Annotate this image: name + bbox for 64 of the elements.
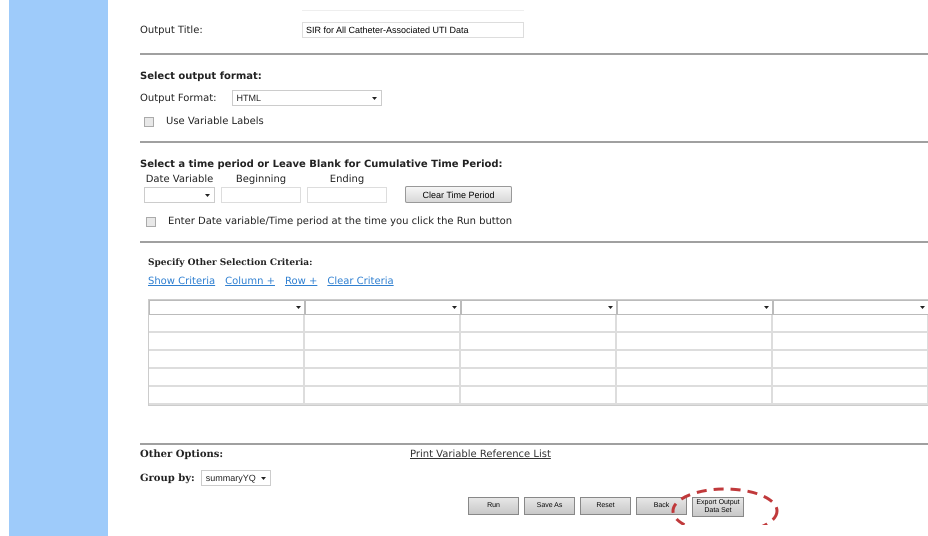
- grid-cell[interactable]: [461, 387, 617, 405]
- grid-cell[interactable]: [305, 369, 461, 387]
- grid-cell[interactable]: [461, 351, 617, 369]
- section-heading: Other Options:: [140, 449, 224, 460]
- column-dropdown[interactable]: [773, 300, 928, 315]
- section-heading: Select output format:: [140, 71, 263, 82]
- grid-cell[interactable]: [149, 315, 305, 333]
- grid-cell[interactable]: [617, 369, 773, 387]
- grid-cell[interactable]: [461, 369, 617, 387]
- title-field[interactable]: SIR for All Catheter-Associated UTI Data: [302, 22, 524, 38]
- caret-icon: [764, 306, 769, 309]
- format-dropdown[interactable]: HTML: [232, 90, 382, 106]
- print-reference-link[interactable]: Print Variable Reference List: [410, 449, 551, 460]
- checkbox-label: Use Variable Labels: [166, 116, 264, 127]
- grid-cell[interactable]: [149, 333, 305, 351]
- column-dropdown[interactable]: [149, 300, 305, 315]
- grid-cell[interactable]: [773, 369, 928, 387]
- caret-icon: [452, 306, 457, 309]
- caret-icon: [372, 96, 377, 100]
- grid-cell[interactable]: [305, 315, 461, 333]
- column-label: Date Variable: [146, 174, 214, 185]
- field-label: Output Title:: [140, 24, 204, 36]
- grid-cell[interactable]: [149, 369, 305, 387]
- column-dropdown[interactable]: [305, 300, 461, 315]
- checkbox[interactable]: [146, 216, 156, 226]
- grid-cell[interactable]: [617, 387, 773, 405]
- grid-cell[interactable]: [149, 351, 305, 369]
- section-heading: Specify Other Selection Criteria:: [148, 258, 314, 268]
- grid-cell[interactable]: [461, 315, 617, 333]
- section-heading: Select a time period or Leave Blank for Cumulative Time Period:: [140, 159, 504, 170]
- clear-time-period-button[interactable]: Clear Time Period: [405, 186, 512, 203]
- caret-icon: [920, 306, 925, 309]
- grid-cell[interactable]: [149, 387, 305, 405]
- criteria-link[interactable]: Show Criteria: [148, 276, 216, 287]
- criteria-link[interactable]: Clear Criteria: [327, 276, 394, 287]
- column-dropdown[interactable]: [461, 300, 617, 315]
- caret-icon: [205, 194, 210, 196]
- column-dropdown[interactable]: [617, 300, 773, 315]
- caret-icon: [296, 306, 301, 309]
- checkbox-label: Enter Date variable/Time period at the time you click the Run button: [168, 216, 512, 227]
- column-label: Ending: [330, 174, 364, 185]
- grid-cell[interactable]: [617, 333, 773, 351]
- field-label: Group by:: [140, 472, 195, 484]
- grid-cell[interactable]: [617, 351, 773, 369]
- group-by-dropdown[interactable]: summaryYQ: [200, 470, 271, 486]
- criteria-link[interactable]: Column +: [225, 276, 275, 287]
- grid-cell[interactable]: [305, 351, 461, 369]
- date-field[interactable]: [307, 187, 387, 203]
- date-variable-dropdown[interactable]: [144, 187, 215, 203]
- caret-icon: [260, 476, 266, 480]
- field-label: Output Format:: [140, 92, 217, 104]
- caret-icon: [608, 306, 613, 309]
- grid-cell[interactable]: [305, 387, 461, 405]
- column-label: Beginning: [236, 174, 286, 185]
- grid-cell[interactable]: [461, 333, 617, 351]
- grid-cell[interactable]: [773, 387, 928, 405]
- grid-cell[interactable]: [773, 351, 928, 369]
- checkbox[interactable]: [144, 116, 154, 126]
- date-field[interactable]: [221, 187, 301, 203]
- grid-cell[interactable]: [773, 333, 928, 351]
- grid-cell[interactable]: [305, 333, 461, 351]
- grid-cell[interactable]: [617, 315, 773, 333]
- criteria-link[interactable]: Row +: [284, 276, 318, 287]
- grid-cell[interactable]: [773, 315, 928, 333]
